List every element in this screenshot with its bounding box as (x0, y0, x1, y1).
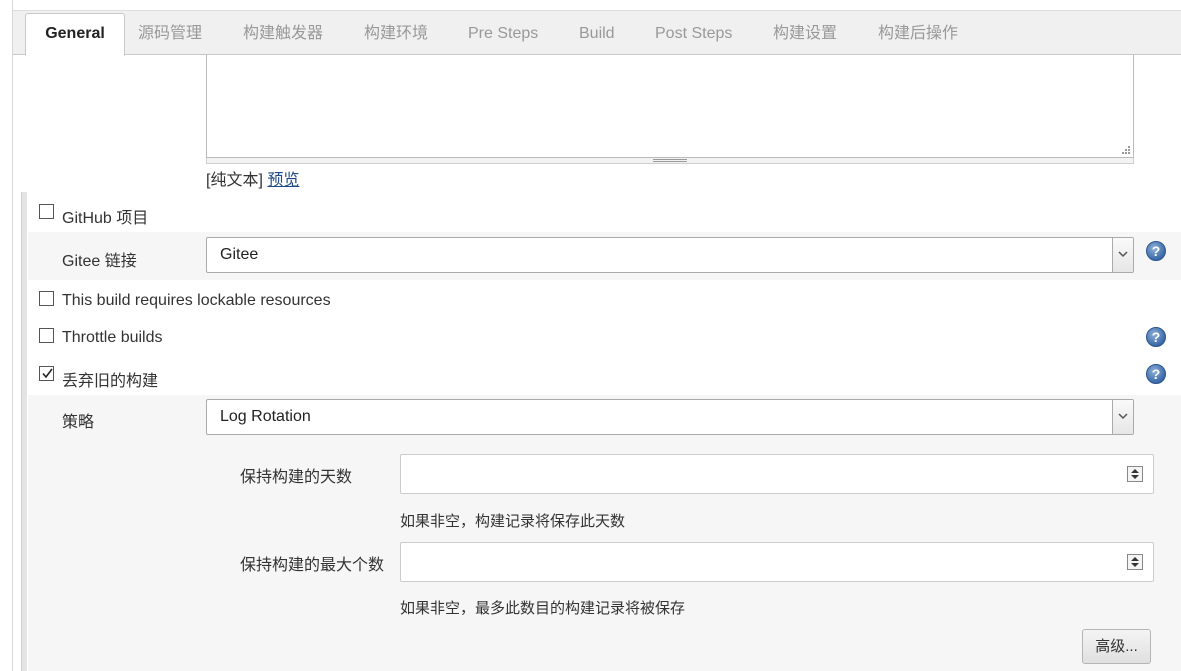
max-builds-hint: 如果非空，最多此数目的构建记录将被保存 (400, 600, 686, 617)
tab-pre-steps[interactable]: Pre Steps (468, 14, 538, 54)
tab-general[interactable]: General (25, 13, 125, 56)
discard-old-builds-label: 丢弃旧的构建 (62, 373, 159, 390)
left-border-line (12, 55, 13, 671)
tab-build-triggers[interactable]: 构建触发器 (243, 14, 323, 54)
throttle-builds-checkbox[interactable] (39, 328, 54, 343)
tab-build-settings[interactable]: 构建设置 (773, 14, 837, 54)
advanced-button[interactable]: 高级... (1082, 629, 1151, 664)
lockable-resources-label: This build requires lockable resources (62, 292, 331, 309)
resize-handle-icon[interactable] (653, 159, 687, 162)
throttle-help-icon[interactable]: ? (1146, 327, 1166, 347)
github-project-row: GitHub 项目 (28, 196, 1181, 230)
discard-help-icon[interactable]: ? (1146, 364, 1166, 384)
tab-build[interactable]: Build (579, 14, 615, 54)
strategy-select[interactable]: Log Rotation (206, 399, 1134, 435)
days-to-keep-hint: 如果非空，构建记录将保存此天数 (400, 513, 626, 530)
strategy-value: Log Rotation (220, 408, 311, 425)
tab-source-management[interactable]: 源码管理 (138, 14, 202, 54)
gitee-link-value: Gitee (220, 246, 259, 263)
github-project-checkbox[interactable] (39, 204, 54, 219)
section-indent-bar (21, 192, 27, 671)
chevron-down-icon[interactable] (1112, 400, 1133, 434)
max-builds-input[interactable] (400, 542, 1154, 582)
tab-build-environment[interactable]: 构建环境 (364, 14, 428, 54)
description-textarea[interactable] (206, 55, 1134, 158)
lockable-resources-row: This build requires lockable resources (28, 283, 1181, 317)
description-format-links: [纯文本] 预览 (206, 166, 299, 190)
gitee-help-icon[interactable]: ? (1146, 241, 1166, 261)
max-builds-label: 保持构建的最大个数 (240, 557, 385, 574)
chevron-down-icon[interactable] (1112, 238, 1133, 272)
config-tab-bar: General 源码管理 构建触发器 构建环境 Pre Steps Build … (12, 0, 1181, 56)
gitee-link-label: Gitee 链接 (62, 253, 137, 270)
textarea-resize-bar[interactable] (206, 158, 1134, 164)
discard-old-builds-row: 丢弃旧的构建 (28, 358, 1181, 392)
checkmark-icon (42, 368, 53, 379)
throttle-builds-label: Throttle builds (62, 329, 163, 346)
tab-post-build-actions[interactable]: 构建后操作 (878, 14, 958, 54)
preview-link[interactable]: 预览 (267, 172, 299, 189)
plain-text-label: [纯文本] (206, 172, 263, 189)
tab-post-steps[interactable]: Post Steps (655, 14, 732, 54)
resize-grip-icon[interactable] (1120, 144, 1130, 154)
lockable-resources-checkbox[interactable] (39, 291, 54, 306)
strategy-label: 策略 (62, 414, 95, 431)
gitee-link-select[interactable]: Gitee (206, 237, 1134, 273)
days-to-keep-input[interactable] (400, 454, 1154, 494)
number-spinner-icon[interactable] (1127, 554, 1143, 570)
github-project-label: GitHub 项目 (62, 210, 149, 227)
discard-old-builds-checkbox[interactable] (39, 366, 54, 381)
number-spinner-icon[interactable] (1127, 466, 1143, 482)
strategy-block: 策略 (28, 395, 1181, 671)
throttle-builds-row: Throttle builds (28, 320, 1181, 354)
days-to-keep-label: 保持构建的天数 (240, 469, 353, 486)
